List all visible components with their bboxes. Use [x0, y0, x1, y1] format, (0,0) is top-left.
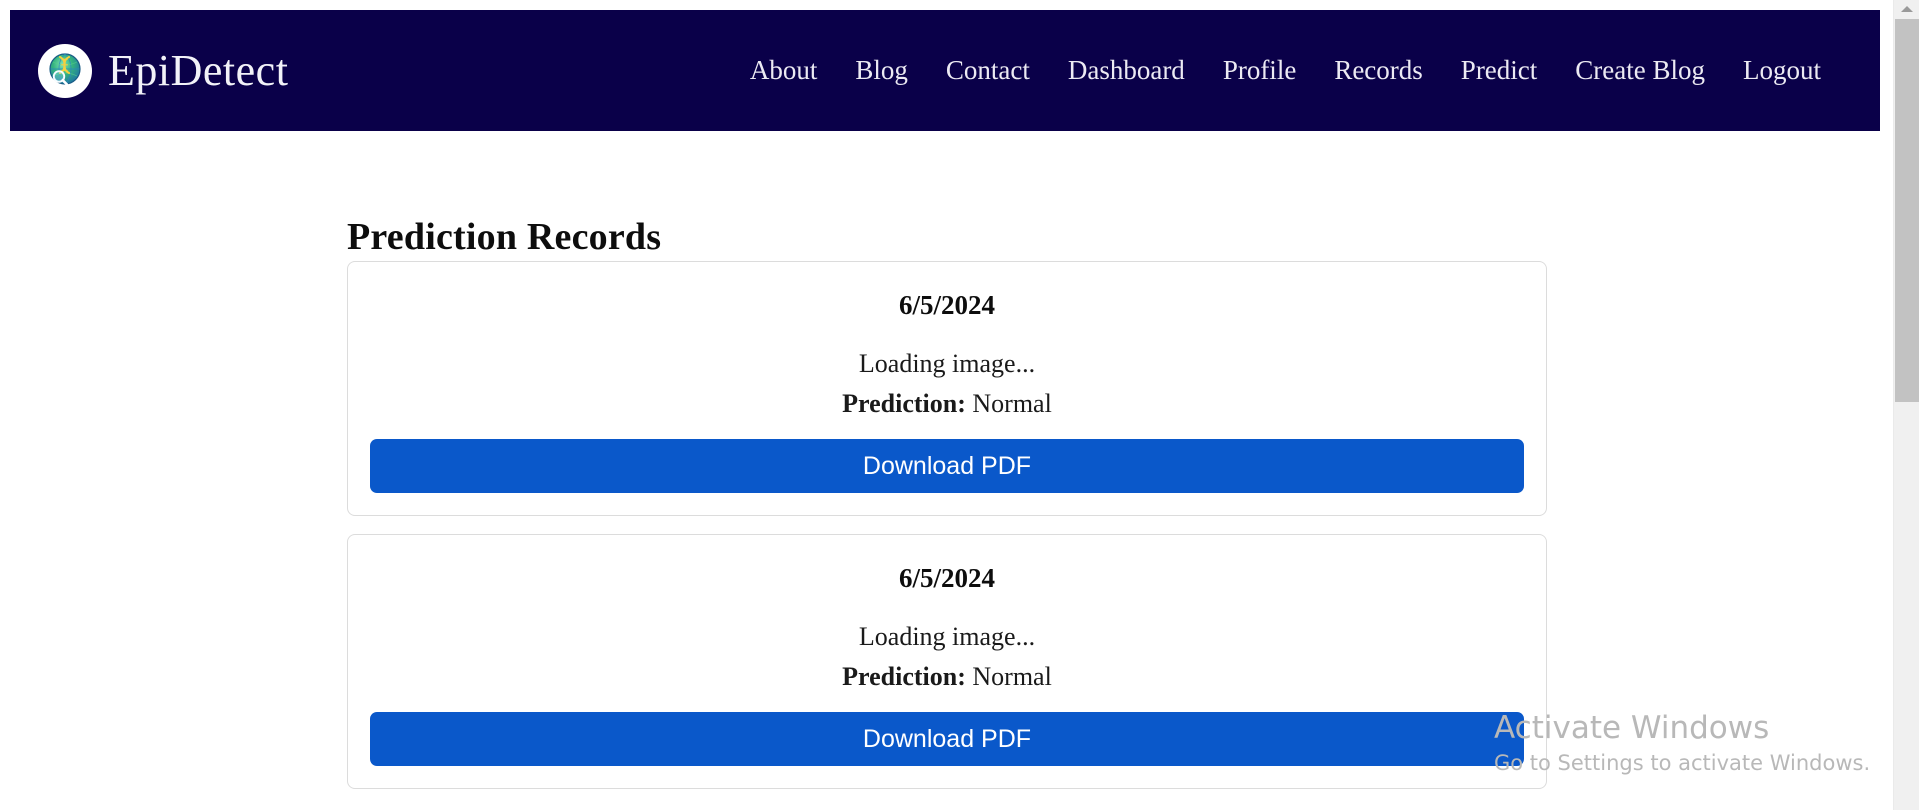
prediction-value: Normal — [972, 662, 1052, 691]
dna-globe-magnifier-logo-icon — [38, 43, 92, 98]
nav-link-about[interactable]: About — [731, 53, 837, 88]
record-prediction: Prediction: Normal — [842, 391, 1052, 417]
page-title: Prediction Records — [347, 216, 662, 259]
nav-link-logout[interactable]: Logout — [1724, 53, 1840, 88]
prediction-label: Prediction: — [842, 662, 966, 691]
scroll-up-arrow-icon[interactable] — [1894, 0, 1919, 18]
record-image-status: Loading image... — [858, 622, 1036, 651]
nav-link-profile[interactable]: Profile — [1204, 53, 1316, 88]
download-pdf-button[interactable]: Download PDF — [370, 712, 1524, 766]
prediction-records-list: 6/5/2024 Loading image... Prediction: No… — [347, 261, 1547, 807]
brand-name: EpiDetect — [108, 45, 289, 95]
vertical-scrollbar[interactable] — [1893, 0, 1919, 810]
prediction-label: Prediction: — [842, 389, 966, 418]
chevron-up-icon — [1901, 6, 1913, 12]
nav-link-create-blog[interactable]: Create Blog — [1556, 53, 1724, 88]
page-content-area: EpiDetect About Blog Contact Dashboard P… — [0, 0, 1893, 810]
nav-link-dashboard[interactable]: Dashboard — [1049, 53, 1204, 88]
nav-link-records[interactable]: Records — [1315, 53, 1441, 88]
record-image-status: Loading image... — [858, 349, 1036, 378]
nav-link-predict[interactable]: Predict — [1442, 53, 1556, 88]
record-prediction: Prediction: Normal — [842, 664, 1052, 690]
scrollbar-thumb[interactable] — [1895, 19, 1919, 402]
nav-link-contact[interactable]: Contact — [927, 53, 1049, 88]
prediction-record-card: 6/5/2024 Loading image... Prediction: No… — [347, 534, 1547, 789]
download-pdf-button[interactable]: Download PDF — [370, 439, 1524, 493]
browser-viewport: EpiDetect About Blog Contact Dashboard P… — [0, 0, 1919, 810]
prediction-value: Normal — [972, 389, 1052, 418]
record-date: 6/5/2024 — [898, 563, 995, 593]
main-navbar: EpiDetect About Blog Contact Dashboard P… — [10, 10, 1880, 131]
record-date: 6/5/2024 — [898, 290, 995, 320]
nav-links: About Blog Contact Dashboard Profile Rec… — [731, 53, 1840, 88]
prediction-record-card: 6/5/2024 Loading image... Prediction: No… — [347, 261, 1547, 516]
brand-link[interactable]: EpiDetect — [38, 43, 289, 98]
main-content: Prediction Records 6/5/2024 Loading imag… — [0, 131, 1893, 810]
nav-link-blog[interactable]: Blog — [836, 53, 927, 88]
